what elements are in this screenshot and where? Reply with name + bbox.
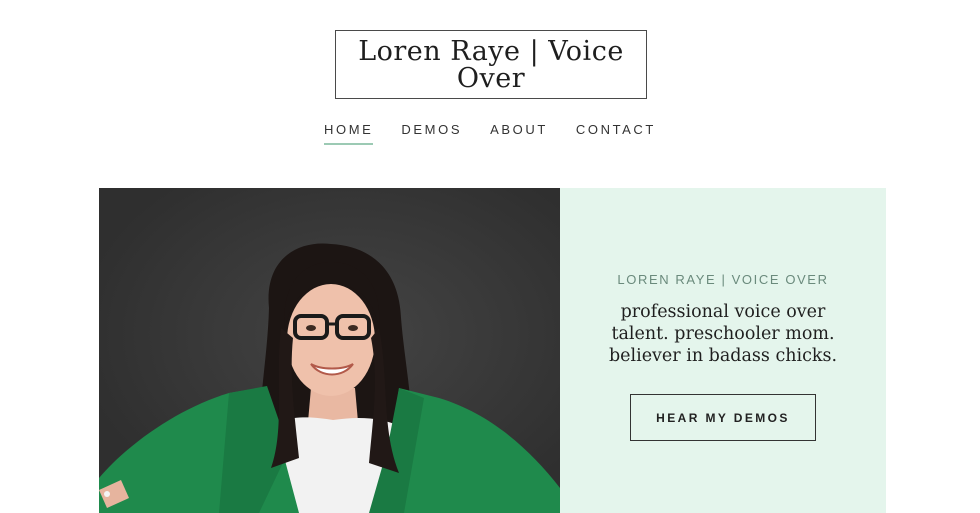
site-logo[interactable]: Loren Raye | Voice Over	[335, 30, 647, 99]
hero-tagline: professional voice over talent. preschoo…	[608, 302, 838, 366]
nav-item-demos[interactable]: DEMOS	[401, 122, 462, 145]
hero-eyebrow: LOREN RAYE | VOICE OVER	[617, 272, 829, 287]
hero-text-panel: LOREN RAYE | VOICE OVER professional voi…	[560, 188, 886, 513]
nav-item-home[interactable]: HOME	[324, 122, 374, 145]
nav-item-about[interactable]: ABOUT	[490, 122, 548, 145]
hero-section: LOREN RAYE | VOICE OVER professional voi…	[99, 188, 886, 513]
hero-portrait-photo	[99, 188, 560, 513]
portrait-illustration	[99, 188, 560, 513]
site-title: Loren Raye | Voice Over	[358, 35, 624, 94]
hear-my-demos-button[interactable]: HEAR MY DEMOS	[630, 394, 816, 441]
nav-item-contact[interactable]: CONTACT	[576, 122, 656, 145]
main-nav: HOME DEMOS ABOUT CONTACT	[0, 122, 980, 145]
